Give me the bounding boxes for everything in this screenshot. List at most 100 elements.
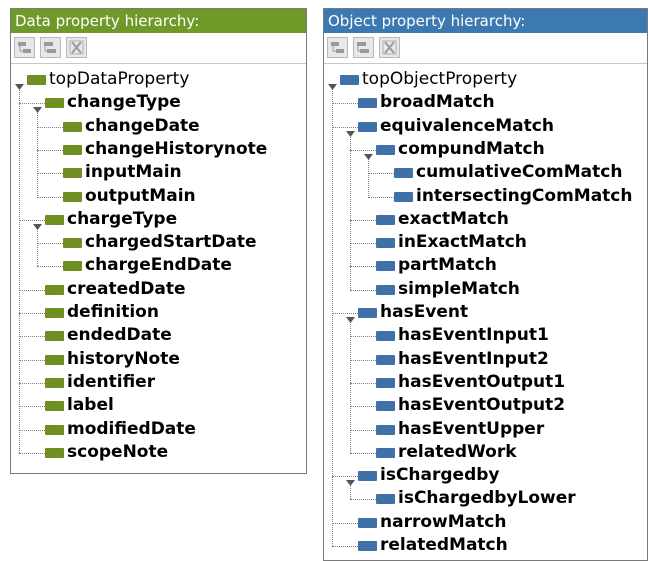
property-icon <box>376 214 395 225</box>
tree-item[interactable]: label <box>11 394 306 417</box>
expand-toggle-icon[interactable] <box>364 145 373 160</box>
tree-item-label: historyNote <box>67 348 180 369</box>
property-icon <box>394 191 413 202</box>
tree-item[interactable]: simpleMatch <box>324 278 647 301</box>
tree-item-label: compundMatch <box>398 138 545 159</box>
tree-item[interactable]: endedDate <box>11 324 306 347</box>
tree-item[interactable]: topDataProperty <box>11 68 306 91</box>
tree-item-label: endedDate <box>67 325 172 346</box>
tree-item-label: hasEventUpper <box>398 418 545 439</box>
tree-item-label: changeHistorynote <box>85 138 268 159</box>
tree-item[interactable]: hasEventUpper <box>324 418 647 441</box>
tree-item-label: createdDate <box>67 278 186 299</box>
object-panel-title: Object property hierarchy: <box>324 9 647 33</box>
tree-item[interactable]: inputMain <box>11 161 306 184</box>
property-icon <box>63 168 82 179</box>
tree-item[interactable]: compundMatch <box>324 138 647 161</box>
tree-item-label: chargeType <box>67 208 178 229</box>
tree-item-label: hasEventOutput2 <box>398 395 566 416</box>
expand-toggle-icon[interactable] <box>346 471 355 487</box>
add-sibling-property-button[interactable] <box>40 37 61 58</box>
property-icon <box>63 144 82 155</box>
tree-item-label: topDataProperty <box>49 69 190 89</box>
property-icon <box>45 447 64 458</box>
property-icon <box>358 541 377 551</box>
delete-property-button[interactable] <box>379 37 400 58</box>
property-icon <box>45 331 64 342</box>
tree-item[interactable]: changeHistorynote <box>11 138 306 161</box>
tree-item-label: hasEventInput2 <box>398 348 549 369</box>
property-icon <box>45 214 64 225</box>
tree-item[interactable]: topObjectProperty <box>324 68 647 91</box>
property-icon <box>376 377 395 388</box>
tree-item[interactable]: relatedWork <box>324 441 647 464</box>
add-subproperty-button[interactable] <box>14 37 35 58</box>
expand-toggle-icon[interactable] <box>328 75 337 90</box>
expand-toggle-icon[interactable] <box>346 308 355 323</box>
tree-item-label: hasEventOutput1 <box>398 371 566 392</box>
tree-item-label: hasEvent <box>380 302 469 322</box>
tree-item[interactable]: narrowMatch <box>324 511 647 534</box>
property-icon <box>394 168 413 179</box>
tree-item-label: identifier <box>67 371 156 392</box>
tree-item[interactable]: historyNote <box>11 348 306 371</box>
tree-item[interactable]: exactMatch <box>324 208 647 231</box>
tree-item[interactable]: chargeType <box>11 208 306 231</box>
property-icon <box>45 424 64 435</box>
property-icon <box>376 144 395 155</box>
expand-toggle-icon[interactable] <box>15 75 24 90</box>
add-subproperty-icon <box>15 38 34 57</box>
property-icon <box>358 471 377 482</box>
tree-item[interactable]: hasEventInput1 <box>324 324 647 347</box>
property-icon <box>376 424 395 435</box>
tree-item[interactable]: changeDate <box>11 115 306 138</box>
expand-toggle-icon[interactable] <box>33 215 42 230</box>
tree-item[interactable]: inExactMatch <box>324 231 647 254</box>
tree-item[interactable]: definition <box>11 301 306 324</box>
tree-item[interactable]: relatedMatch <box>324 534 647 557</box>
tree-item[interactable]: hasEventOutput2 <box>324 394 647 417</box>
tree-item-label: equivalenceMatch <box>380 115 554 136</box>
tree-item[interactable]: changeType <box>11 91 306 114</box>
property-icon <box>358 98 377 109</box>
tree-item[interactable]: chargeEndDate <box>11 254 306 277</box>
add-subproperty-button[interactable] <box>327 37 348 58</box>
tree-item[interactable]: identifier <box>11 371 306 394</box>
tree-item[interactable]: intersectingComMatch <box>324 185 647 208</box>
property-icon <box>45 284 64 295</box>
tree-item[interactable]: equivalenceMatch <box>324 115 647 138</box>
delete-property-icon <box>380 38 399 57</box>
tree-item[interactable]: hasEvent <box>324 301 647 324</box>
tree-item[interactable]: hasEventOutput1 <box>324 371 647 394</box>
tree-item[interactable]: isChargedbyLower <box>324 487 647 510</box>
property-icon <box>376 447 395 458</box>
tree-item[interactable]: cumulativeComMatch <box>324 161 647 184</box>
tree-item-label: changeType <box>67 92 181 113</box>
property-icon <box>358 308 377 318</box>
expand-toggle-icon[interactable] <box>346 122 355 137</box>
tree-item-label: scopeNote <box>67 441 169 462</box>
tree-item-label: topObjectProperty <box>362 69 518 89</box>
tree-item[interactable]: outputMain <box>11 185 306 208</box>
tree-item[interactable]: scopeNote <box>11 441 306 464</box>
data-panel-toolbar <box>11 33 306 64</box>
add-sibling-property-button[interactable] <box>353 37 374 58</box>
object-panel-toolbar <box>324 33 647 64</box>
expand-toggle-icon[interactable] <box>33 98 42 114</box>
tree-item-label: broadMatch <box>380 92 495 113</box>
tree-item-label: inExactMatch <box>398 232 527 253</box>
tree-item[interactable]: chargedStartDate <box>11 231 306 254</box>
data-property-panel: Data property hierarchy: topDataProperty… <box>10 8 307 474</box>
tree-item-label: simpleMatch <box>398 278 520 299</box>
tree-item[interactable]: modifiedDate <box>11 418 306 441</box>
delete-property-button[interactable] <box>66 37 87 58</box>
property-icon <box>376 331 395 342</box>
property-icon <box>45 98 64 109</box>
tree-item[interactable]: partMatch <box>324 254 647 277</box>
tree-item[interactable]: hasEventInput2 <box>324 348 647 371</box>
tree-item[interactable]: isChargedby <box>324 464 647 487</box>
tree-item[interactable]: createdDate <box>11 278 306 301</box>
delete-property-icon <box>67 38 86 57</box>
tree-item[interactable]: broadMatch <box>324 91 647 114</box>
tree-item-label: outputMain <box>85 185 196 206</box>
